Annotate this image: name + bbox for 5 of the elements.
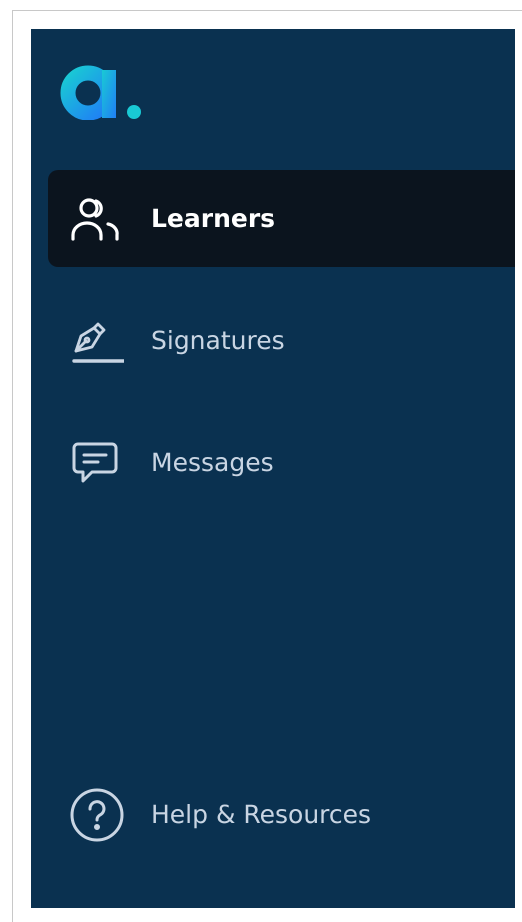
help-icon <box>70 788 124 842</box>
nav-item[interactable]: Signatures <box>48 292 515 389</box>
nav-item[interactable]: Learners <box>48 170 515 267</box>
nav-item[interactable]: Messages <box>48 414 515 511</box>
nav-item[interactable]: Help & Resources <box>48 766 515 863</box>
